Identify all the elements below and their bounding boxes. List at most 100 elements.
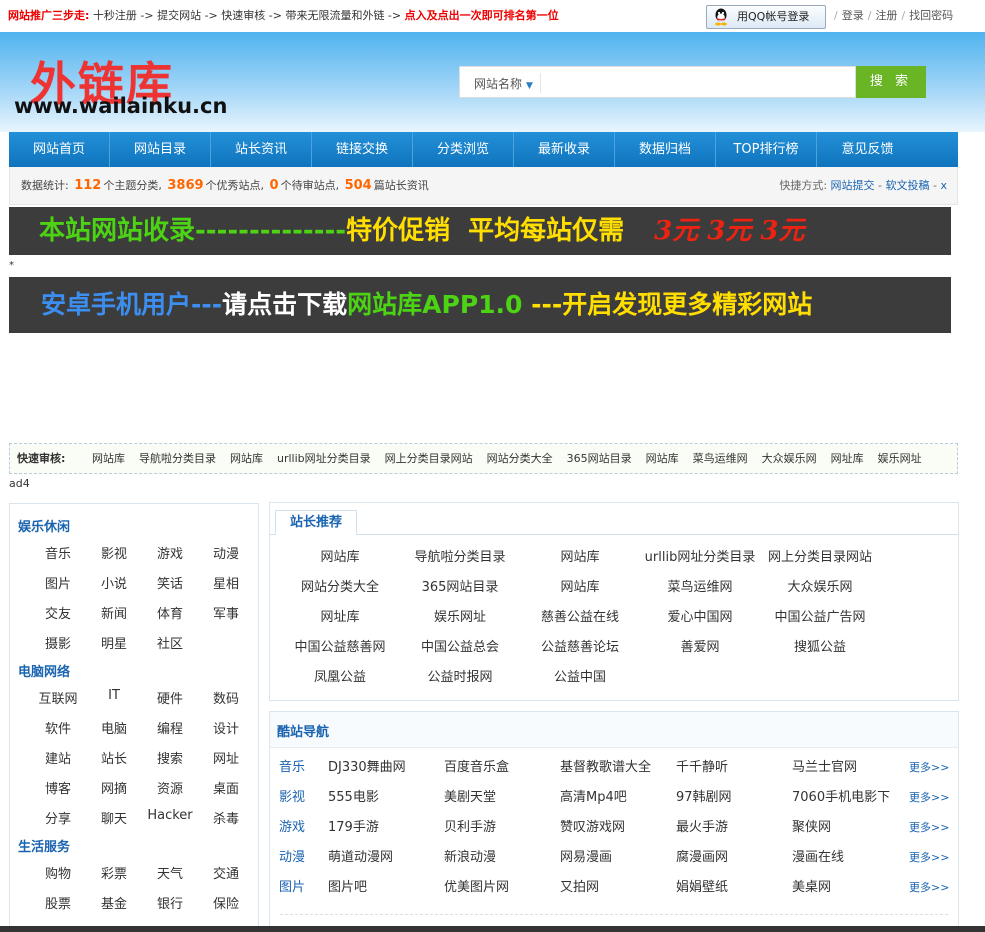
nav-item-news[interactable]: 站长资讯 [211,132,312,167]
recommended-link[interactable]: 大众娱乐网 [760,573,880,603]
cool-site-link[interactable]: 娟娟壁纸 [676,873,728,903]
quick-review-link[interactable]: 网站库 [92,452,125,465]
more-link[interactable]: 更多>> [909,753,949,783]
category-link[interactable]: IT [86,688,142,707]
category-link[interactable]: 摄影 [30,633,86,652]
category-link[interactable]: 小说 [86,573,142,592]
category-link[interactable]: 购物 [30,863,86,882]
tab-recommended[interactable]: 站长推荐 [275,510,357,535]
recommended-link[interactable]: 菜鸟运维网 [640,573,760,603]
category-link[interactable]: 电脑 [86,718,142,737]
category-link[interactable]: 编程 [142,718,198,737]
recommended-link[interactable]: 导航啦分类目录 [400,543,520,573]
qq-login-button[interactable]: 用QQ帐号登录 [706,5,826,29]
recommended-link[interactable]: 慈善公益在线 [520,603,640,633]
nav-item-home[interactable]: 网站首页 [9,132,110,167]
category-link[interactable]: 明星 [86,633,142,652]
category-link[interactable]: 设计 [198,718,254,737]
more-link[interactable]: 更多>> [909,843,949,873]
nav-item-latest[interactable]: 最新收录 [514,132,615,167]
quick-review-link[interactable]: 365网站目录 [567,452,632,465]
promo-banner-app[interactable]: 安卓手机用户---请点击下载网站库APP1.0 ---开启发现更多精彩网站 [9,277,951,333]
nav-item-top[interactable]: TOP排行榜 [716,132,817,167]
recommended-link[interactable]: 善爱网 [640,633,760,663]
category-link[interactable]: 交通 [198,863,254,882]
category-link[interactable]: 博客 [30,778,86,797]
nav-item-directory[interactable]: 网站目录 [110,132,211,167]
recommended-link[interactable]: 搜狐公益 [760,633,880,663]
nav-item-archive[interactable]: 数据归档 [615,132,716,167]
search-button[interactable]: 搜 索 [856,66,926,98]
cool-site-link[interactable]: 基督教歌谱大全 [560,753,651,783]
recommended-link[interactable]: 网址库 [280,603,400,633]
cool-site-link[interactable]: 图片吧 [328,873,367,903]
submit-site-link[interactable]: 网站提交 [831,179,875,192]
category-link[interactable]: 股票 [30,893,86,912]
quick-review-link[interactable]: 导航啦分类目录 [139,452,216,465]
cool-site-link[interactable]: 聚侠网 [792,813,831,843]
category-link[interactable]: 动漫 [198,543,254,562]
cool-sites-category[interactable]: 动漫 [279,843,305,873]
category-link[interactable]: 图片 [30,573,86,592]
category-link[interactable]: 笑话 [142,573,198,592]
recover-password-link[interactable]: 找回密码 [909,9,953,22]
quick-review-link[interactable]: 网站库 [230,452,263,465]
category-link[interactable]: 影视 [86,543,142,562]
recommended-link[interactable]: 公益中国 [520,663,640,693]
cool-site-link[interactable]: 腐漫画网 [676,843,728,873]
close-shortcuts-button[interactable]: x [940,179,947,192]
category-link[interactable]: 保险 [198,893,254,912]
category-title[interactable]: 电脑网络 [18,661,70,680]
category-link[interactable]: 社区 [142,633,198,652]
cool-site-link[interactable]: 网易漫画 [560,843,612,873]
category-link[interactable]: 硬件 [142,688,198,707]
cool-site-link[interactable]: 最火手游 [676,813,728,843]
category-link[interactable]: 银行 [142,893,198,912]
category-link[interactable]: 站长 [86,748,142,767]
quick-review-link[interactable]: urllib网址分类目录 [277,452,371,465]
category-link[interactable]: 交友 [30,603,86,622]
cool-sites-category[interactable]: 音乐 [279,753,305,783]
category-link[interactable]: 建站 [30,748,86,767]
more-link[interactable]: 更多>> [909,873,949,903]
recommended-link[interactable]: 公益时报网 [400,663,520,693]
category-link[interactable]: 体育 [142,603,198,622]
category-link[interactable]: 军事 [198,603,254,622]
cool-site-link[interactable]: 7060手机电影下 [792,783,890,813]
recommended-link[interactable]: 中国公益慈善网 [280,633,400,663]
quick-review-link[interactable]: 娱乐网址 [878,452,922,465]
cool-sites-category[interactable]: 影视 [279,783,305,813]
recommended-link[interactable]: 365网站目录 [400,573,520,603]
recommended-link[interactable]: 中国公益总会 [400,633,520,663]
site-logo-url[interactable]: www.wailainku.cn [14,94,227,118]
cool-site-link[interactable]: 555电影 [328,783,379,813]
cool-site-link[interactable]: DJ330舞曲网 [328,753,406,783]
cool-site-link[interactable]: 179手游 [328,813,379,843]
category-link[interactable]: 互联网 [30,688,86,707]
nav-item-link-exchange[interactable]: 链接交换 [312,132,413,167]
search-input[interactable]: 网站名称 ▼ [459,66,856,98]
cool-site-link[interactable]: 萌道动漫网 [328,843,393,873]
promo-steps-highlight[interactable]: 点入及点出一次即可排名第一位 [405,9,559,22]
category-link[interactable]: 彩票 [86,863,142,882]
more-link[interactable]: 更多>> [909,783,949,813]
recommended-link[interactable]: 网上分类目录网站 [760,543,880,573]
quick-review-link[interactable]: 菜鸟运维网 [693,452,748,465]
recommended-link[interactable]: 公益慈善论坛 [520,633,640,663]
category-link[interactable]: 聊天 [86,808,142,827]
cool-site-link[interactable]: 新浪动漫 [444,843,496,873]
category-link[interactable]: 资源 [142,778,198,797]
recommended-link[interactable]: urllib网址分类目录 [640,543,760,573]
cool-sites-category[interactable]: 图片 [279,873,305,903]
cool-site-link[interactable]: 优美图片网 [444,873,509,903]
quick-review-link[interactable]: 大众娱乐网 [762,452,817,465]
category-link[interactable]: 新闻 [86,603,142,622]
nav-item-categories[interactable]: 分类浏览 [413,132,514,167]
category-link[interactable]: 网摘 [86,778,142,797]
more-link[interactable]: 更多>> [909,813,949,843]
recommended-link[interactable]: 网站库 [520,543,640,573]
recommended-link[interactable]: 中国公益广告网 [760,603,880,633]
cool-sites-category[interactable]: 游戏 [279,813,305,843]
login-link[interactable]: 登录 [842,9,864,22]
category-title[interactable]: 娱乐休闲 [18,516,70,535]
